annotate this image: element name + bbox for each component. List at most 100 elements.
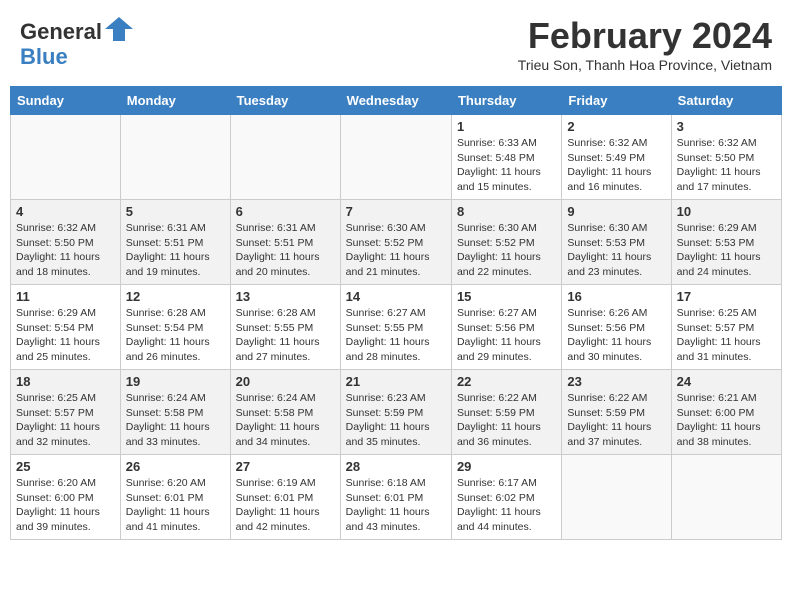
- calendar-cell: 3 Sunrise: 6:32 AM Sunset: 5:50 PM Daylig…: [671, 115, 781, 200]
- day-info: Sunrise: 6:22 AM Sunset: 5:59 PM Dayligh…: [567, 391, 665, 450]
- calendar-cell: 24 Sunrise: 6:21 AM Sunset: 6:00 PM Dayli…: [671, 370, 781, 455]
- calendar-cell: [671, 455, 781, 540]
- day-number: 14: [346, 289, 446, 304]
- day-number: 25: [16, 459, 115, 474]
- day-info: Sunrise: 6:24 AM Sunset: 5:58 PM Dayligh…: [126, 391, 225, 450]
- day-info: Sunrise: 6:25 AM Sunset: 5:57 PM Dayligh…: [16, 391, 115, 450]
- logo-bird-icon: [105, 15, 133, 43]
- day-info: Sunrise: 6:17 AM Sunset: 6:02 PM Dayligh…: [457, 476, 556, 535]
- day-info: Sunrise: 6:20 AM Sunset: 6:00 PM Dayligh…: [16, 476, 115, 535]
- calendar-cell: 25 Sunrise: 6:20 AM Sunset: 6:00 PM Dayli…: [11, 455, 121, 540]
- calendar-header-monday: Monday: [120, 87, 230, 115]
- day-number: 13: [236, 289, 335, 304]
- day-number: 29: [457, 459, 556, 474]
- calendar-cell: 26Sunrise: 6:20 AM Sunset: 6:01 PM Dayli…: [120, 455, 230, 540]
- calendar-cell: [562, 455, 671, 540]
- day-info: Sunrise: 6:24 AM Sunset: 5:58 PM Dayligh…: [236, 391, 335, 450]
- calendar-cell: 16 Sunrise: 6:26 AM Sunset: 5:56 PM Dayli…: [562, 285, 671, 370]
- calendar-cell: 27 Sunrise: 6:19 AM Sunset: 6:01 PM Dayli…: [230, 455, 340, 540]
- day-info: Sunrise: 6:32 AM Sunset: 5:50 PM Dayligh…: [677, 136, 776, 195]
- calendar-cell: 20 Sunrise: 6:24 AM Sunset: 5:58 PM Dayli…: [230, 370, 340, 455]
- day-info: Sunrise: 6:26 AM Sunset: 5:56 PM Dayligh…: [567, 306, 665, 365]
- day-info: Sunrise: 6:19 AM Sunset: 6:01 PM Dayligh…: [236, 476, 335, 535]
- day-number: 9: [567, 204, 665, 219]
- day-info: Sunrise: 6:25 AM Sunset: 5:57 PM Dayligh…: [677, 306, 776, 365]
- title-section: February 2024 Trieu Son, Thanh Hoa Provi…: [518, 15, 772, 73]
- day-info: Sunrise: 6:30 AM Sunset: 5:52 PM Dayligh…: [346, 221, 446, 280]
- day-info: Sunrise: 6:20 AM Sunset: 6:01 PM Dayligh…: [126, 476, 225, 535]
- calendar-cell: [11, 115, 121, 200]
- calendar-header-friday: Friday: [562, 87, 671, 115]
- day-number: 21: [346, 374, 446, 389]
- calendar-cell: 11 Sunrise: 6:29 AM Sunset: 5:54 PM Dayli…: [11, 285, 121, 370]
- calendar-cell: [340, 115, 451, 200]
- day-info: Sunrise: 6:21 AM Sunset: 6:00 PM Dayligh…: [677, 391, 776, 450]
- location-subtitle: Trieu Son, Thanh Hoa Province, Vietnam: [518, 57, 772, 73]
- calendar-cell: 29 Sunrise: 6:17 AM Sunset: 6:02 PM Dayli…: [451, 455, 561, 540]
- calendar-cell: 17 Sunrise: 6:25 AM Sunset: 5:57 PM Dayli…: [671, 285, 781, 370]
- day-number: 22: [457, 374, 556, 389]
- day-number: 1: [457, 119, 556, 134]
- day-info: Sunrise: 6:28 AM Sunset: 5:55 PM Dayligh…: [236, 306, 335, 365]
- calendar-cell: 2Sunrise: 6:32 AM Sunset: 5:49 PM Daylig…: [562, 115, 671, 200]
- calendar-header-row: SundayMondayTuesdayWednesdayThursdayFrid…: [11, 87, 782, 115]
- day-number: 18: [16, 374, 115, 389]
- day-number: 3: [677, 119, 776, 134]
- day-number: 10: [677, 204, 776, 219]
- page-header: General Blue February 2024 Trieu Son, Th…: [10, 10, 782, 78]
- calendar-cell: 22 Sunrise: 6:22 AM Sunset: 5:59 PM Dayli…: [451, 370, 561, 455]
- day-number: 16: [567, 289, 665, 304]
- calendar-cell: 12 Sunrise: 6:28 AM Sunset: 5:54 PM Dayli…: [120, 285, 230, 370]
- calendar-cell: 13 Sunrise: 6:28 AM Sunset: 5:55 PM Dayli…: [230, 285, 340, 370]
- calendar-cell: 8 Sunrise: 6:30 AM Sunset: 5:52 PM Daylig…: [451, 200, 561, 285]
- day-number: 6: [236, 204, 335, 219]
- calendar-header-thursday: Thursday: [451, 87, 561, 115]
- day-number: 23: [567, 374, 665, 389]
- calendar-cell: 4Sunrise: 6:32 AM Sunset: 5:50 PM Daylig…: [11, 200, 121, 285]
- day-info: Sunrise: 6:31 AM Sunset: 5:51 PM Dayligh…: [236, 221, 335, 280]
- calendar-cell: 7 Sunrise: 6:30 AM Sunset: 5:52 PM Daylig…: [340, 200, 451, 285]
- calendar-cell: 1Sunrise: 6:33 AM Sunset: 5:48 PM Daylig…: [451, 115, 561, 200]
- calendar-week-5: 25 Sunrise: 6:20 AM Sunset: 6:00 PM Dayli…: [11, 455, 782, 540]
- day-info: Sunrise: 6:31 AM Sunset: 5:51 PM Dayligh…: [126, 221, 225, 280]
- day-number: 11: [16, 289, 115, 304]
- calendar-header-saturday: Saturday: [671, 87, 781, 115]
- calendar-header-wednesday: Wednesday: [340, 87, 451, 115]
- day-number: 20: [236, 374, 335, 389]
- day-info: Sunrise: 6:30 AM Sunset: 5:52 PM Dayligh…: [457, 221, 556, 280]
- calendar-cell: 5 Sunrise: 6:31 AM Sunset: 5:51 PM Daylig…: [120, 200, 230, 285]
- calendar-cell: 14 Sunrise: 6:27 AM Sunset: 5:55 PM Dayli…: [340, 285, 451, 370]
- calendar-cell: 28Sunrise: 6:18 AM Sunset: 6:01 PM Dayli…: [340, 455, 451, 540]
- day-info: Sunrise: 6:27 AM Sunset: 5:56 PM Dayligh…: [457, 306, 556, 365]
- day-number: 5: [126, 204, 225, 219]
- calendar-cell: 15 Sunrise: 6:27 AM Sunset: 5:56 PM Dayli…: [451, 285, 561, 370]
- calendar-week-1: 1Sunrise: 6:33 AM Sunset: 5:48 PM Daylig…: [11, 115, 782, 200]
- day-info: Sunrise: 6:29 AM Sunset: 5:53 PM Dayligh…: [677, 221, 776, 280]
- day-number: 7: [346, 204, 446, 219]
- day-number: 12: [126, 289, 225, 304]
- logo: General Blue: [20, 15, 133, 70]
- calendar-week-3: 11 Sunrise: 6:29 AM Sunset: 5:54 PM Dayli…: [11, 285, 782, 370]
- day-info: Sunrise: 6:28 AM Sunset: 5:54 PM Dayligh…: [126, 306, 225, 365]
- calendar-cell: 19 Sunrise: 6:24 AM Sunset: 5:58 PM Dayli…: [120, 370, 230, 455]
- day-number: 15: [457, 289, 556, 304]
- calendar-header-sunday: Sunday: [11, 87, 121, 115]
- month-title: February 2024: [518, 15, 772, 57]
- day-number: 8: [457, 204, 556, 219]
- day-number: 24: [677, 374, 776, 389]
- calendar-table: SundayMondayTuesdayWednesdayThursdayFrid…: [10, 86, 782, 540]
- calendar-cell: 21 Sunrise: 6:23 AM Sunset: 5:59 PM Dayli…: [340, 370, 451, 455]
- day-number: 4: [16, 204, 115, 219]
- calendar-cell: 23 Sunrise: 6:22 AM Sunset: 5:59 PM Dayli…: [562, 370, 671, 455]
- day-info: Sunrise: 6:29 AM Sunset: 5:54 PM Dayligh…: [16, 306, 115, 365]
- day-number: 17: [677, 289, 776, 304]
- day-info: Sunrise: 6:18 AM Sunset: 6:01 PM Dayligh…: [346, 476, 446, 535]
- calendar-cell: [120, 115, 230, 200]
- day-info: Sunrise: 6:23 AM Sunset: 5:59 PM Dayligh…: [346, 391, 446, 450]
- calendar-header-tuesday: Tuesday: [230, 87, 340, 115]
- day-info: Sunrise: 6:22 AM Sunset: 5:59 PM Dayligh…: [457, 391, 556, 450]
- day-number: 19: [126, 374, 225, 389]
- day-number: 27: [236, 459, 335, 474]
- day-info: Sunrise: 6:27 AM Sunset: 5:55 PM Dayligh…: [346, 306, 446, 365]
- day-info: Sunrise: 6:30 AM Sunset: 5:53 PM Dayligh…: [567, 221, 665, 280]
